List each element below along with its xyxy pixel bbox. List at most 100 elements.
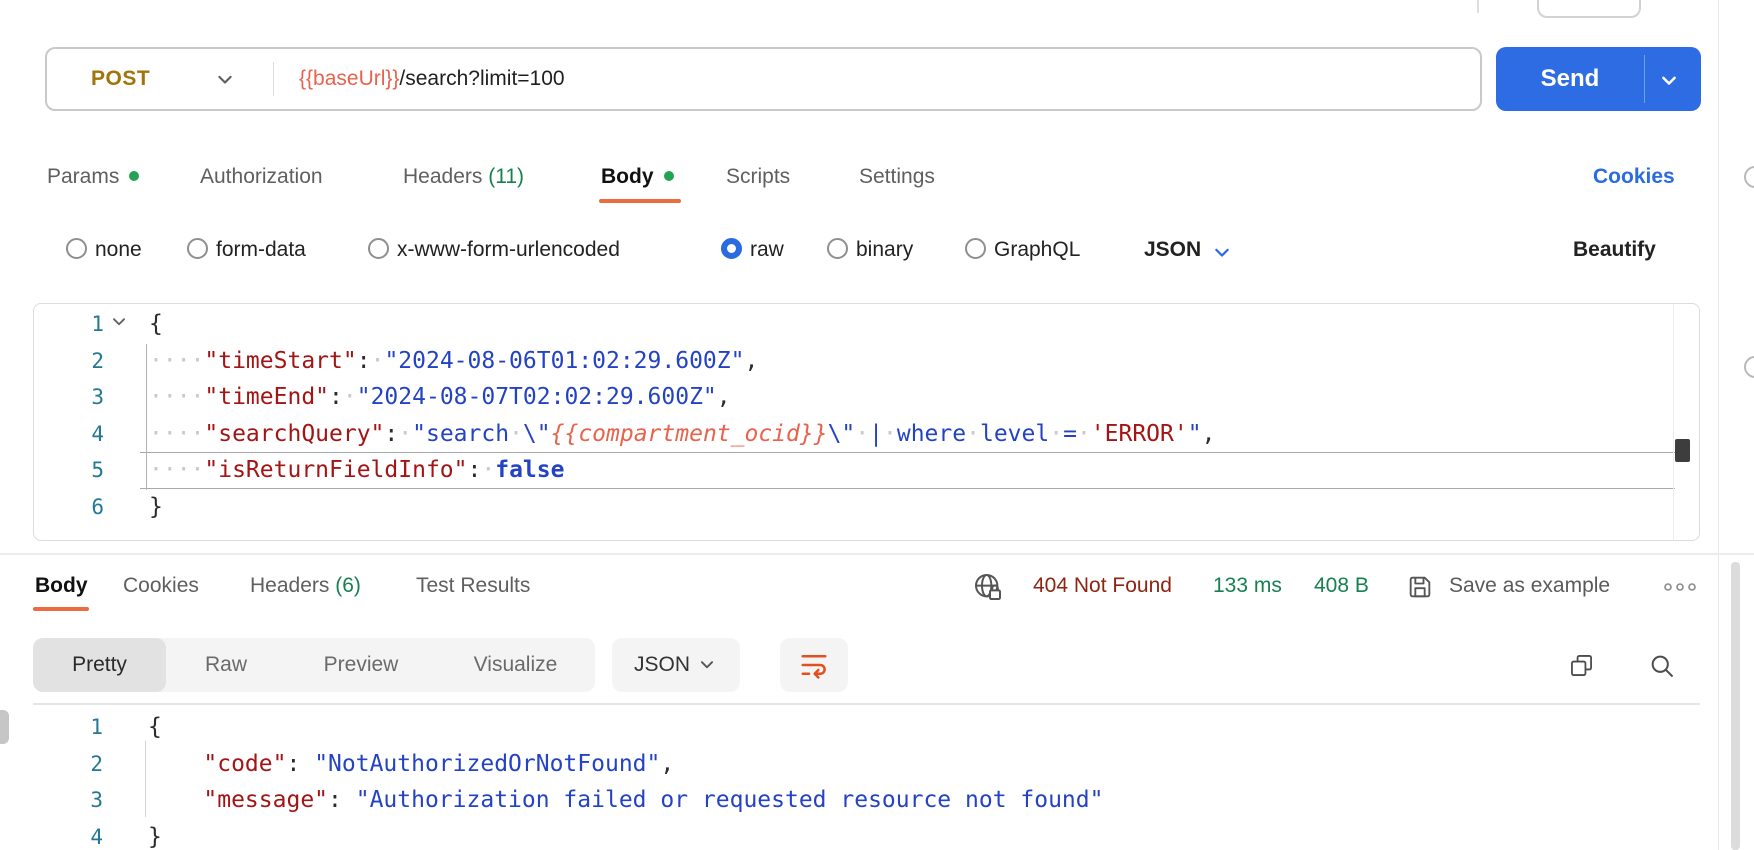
save-floppy-icon[interactable] xyxy=(1406,573,1434,606)
code-line[interactable]: 6} xyxy=(34,489,1699,526)
radio-binary[interactable] xyxy=(827,238,848,259)
response-tab-test-results[interactable]: Test Results xyxy=(416,566,530,606)
radio-x-www-form-urlencoded[interactable] xyxy=(368,238,389,259)
response-language-dropdown[interactable]: JSON xyxy=(612,638,740,692)
response-tab-headers[interactable]: Headers (6) xyxy=(250,566,361,606)
copy-response-icon[interactable] xyxy=(1568,652,1595,684)
response-tab-body[interactable]: Body xyxy=(35,566,88,606)
radio-form-data[interactable] xyxy=(187,238,208,259)
editor-scrollbar-thumb[interactable] xyxy=(1675,439,1690,462)
code-text: ····"isReturnFieldInfo":·false xyxy=(149,457,565,484)
radio-graphql[interactable] xyxy=(965,238,986,259)
line-number: 6 xyxy=(91,495,104,519)
wrap-text-icon xyxy=(799,650,829,685)
send-button-divider xyxy=(1644,55,1645,103)
radio-none-label[interactable]: none xyxy=(95,236,142,264)
code-text: } xyxy=(148,823,162,850)
radio-raw-label[interactable]: raw xyxy=(750,236,784,264)
response-size[interactable]: 408 B xyxy=(1314,566,1369,606)
body-indicator-dot xyxy=(663,171,674,181)
request-language-dropdown[interactable]: JSON xyxy=(1144,236,1201,264)
app-window: POST {{baseUrl}}/search?limit=100 Send P… xyxy=(0,0,1754,850)
left-edge-drag-handle[interactable] xyxy=(0,710,9,744)
response-language-label: JSON xyxy=(634,653,691,676)
code-text: "message": "Authorization failed or requ… xyxy=(203,787,1104,813)
params-indicator-dot xyxy=(129,171,140,181)
chevron-down-icon[interactable] xyxy=(215,70,235,95)
url-bar-divider xyxy=(273,62,274,96)
search-response-icon[interactable] xyxy=(1648,652,1676,685)
radio-x-www-form-urlencoded-label[interactable]: x-www-form-urlencoded xyxy=(397,236,620,264)
tab-authorization[interactable]: Authorization xyxy=(200,156,323,198)
tab-settings[interactable]: Settings xyxy=(859,156,935,198)
code-line[interactable]: 2 "code": "NotAuthorizedOrNotFound", xyxy=(33,746,1700,783)
code-line[interactable]: 4 ····"searchQuery":·"search·\"{{compartm… xyxy=(34,416,1699,453)
view-pretty[interactable]: Pretty xyxy=(33,638,166,692)
code-text: { xyxy=(148,714,162,740)
chevron-down-icon xyxy=(698,656,716,679)
url-input[interactable]: {{baseUrl}}/search?limit=100 xyxy=(299,49,565,109)
method-selector[interactable]: POST xyxy=(91,49,150,109)
network-globe-lock-icon[interactable] xyxy=(972,571,1004,608)
radio-raw-selected[interactable] xyxy=(721,238,742,259)
code-line[interactable]: 4} xyxy=(33,819,1700,850)
language-chevron-down-icon[interactable] xyxy=(1212,243,1232,268)
code-line[interactable]: 2 ····"timeStart":·"2024-08-06T01:02:29.6… xyxy=(34,343,1699,380)
code-text: ····"timeEnd":·"2024-08-07T02:02:29.600Z… xyxy=(149,384,731,411)
top-toolbar-divider xyxy=(1477,0,1479,13)
right-sidebar-divider xyxy=(1718,0,1719,850)
code-text: { xyxy=(149,311,163,337)
send-button-label: Send xyxy=(1540,65,1600,92)
wrap-text-button[interactable] xyxy=(780,638,848,692)
tab-scripts[interactable]: Scripts xyxy=(726,156,790,198)
line-number: 4 xyxy=(91,421,104,446)
response-tab-cookies[interactable]: Cookies xyxy=(123,566,199,606)
tab-headers[interactable]: Headers (11) xyxy=(403,156,524,198)
code-line[interactable]: 3 "message": "Authorization failed or re… xyxy=(33,782,1700,819)
tab-body[interactable]: Body xyxy=(601,156,674,198)
line-number: 3 xyxy=(90,788,103,812)
beautify-link[interactable]: Beautify xyxy=(1573,236,1656,264)
active-tab-underline xyxy=(599,199,681,203)
request-tabs: Params Authorization Headers (11) Body S… xyxy=(0,156,1754,198)
vertical-scrollbar[interactable] xyxy=(1731,562,1740,850)
view-visualize[interactable]: Visualize xyxy=(436,638,595,692)
top-toolbar-partial-button[interactable] xyxy=(1537,0,1641,18)
code-text: "code": "NotAuthorizedOrNotFound", xyxy=(203,750,675,777)
request-url-bar: POST {{baseUrl}}/search?limit=100 xyxy=(45,47,1482,111)
response-active-tab-underline xyxy=(33,607,89,611)
tab-params[interactable]: Params xyxy=(47,156,140,198)
radio-form-data-label[interactable]: form-data xyxy=(216,236,306,264)
request-body-editor[interactable]: 1{2 ····"timeStart":·"2024-08-06T01:02:29… xyxy=(33,303,1700,541)
radio-graphql-label[interactable]: GraphQL xyxy=(994,236,1080,264)
code-line[interactable]: 3 ····"timeEnd":·"2024-08-07T02:02:29.600… xyxy=(34,379,1699,416)
code-text: ····"searchQuery":·"search·\"{{compartme… xyxy=(149,420,1216,447)
send-options-chevron-down-icon[interactable] xyxy=(1659,71,1679,96)
code-line[interactable]: 1{ xyxy=(34,306,1699,343)
url-variable: {{baseUrl}} xyxy=(299,67,400,90)
code-text: ····"timeStart":·"2024-08-06T01:02:29.60… xyxy=(149,347,759,374)
view-preview[interactable]: Preview xyxy=(286,638,436,692)
editor-scrollbar-track xyxy=(1673,304,1674,540)
line-number: 3 xyxy=(91,385,104,410)
radio-binary-label[interactable]: binary xyxy=(856,236,913,264)
cookies-link[interactable]: Cookies xyxy=(1593,156,1675,198)
radio-none[interactable] xyxy=(66,238,87,259)
headers-count: (11) xyxy=(488,165,525,188)
response-headers-count: (6) xyxy=(335,574,361,597)
response-view-switcher: Pretty Raw Preview Visualize xyxy=(33,638,595,692)
request-response-divider xyxy=(0,553,1754,555)
send-button[interactable]: Send xyxy=(1496,47,1701,111)
line-number: 5 xyxy=(91,458,104,483)
code-line[interactable]: 5 ····"isReturnFieldInfo":·false xyxy=(34,452,1699,489)
url-path: /search?limit=100 xyxy=(399,67,565,90)
response-time[interactable]: 133 ms xyxy=(1213,566,1282,606)
more-actions-icon[interactable] xyxy=(1662,580,1698,598)
code-line[interactable]: 1{ xyxy=(33,709,1700,746)
right-sidebar-button-partial[interactable] xyxy=(1744,356,1754,378)
code-text: } xyxy=(149,494,163,520)
save-as-example-button[interactable]: Save as example xyxy=(1449,566,1610,606)
status-badge[interactable]: 404 Not Found xyxy=(1033,566,1172,606)
view-raw[interactable]: Raw xyxy=(166,638,286,692)
response-body-editor[interactable]: 1{2 "code": "NotAuthorizedOrNotFound", 3 … xyxy=(33,703,1700,850)
